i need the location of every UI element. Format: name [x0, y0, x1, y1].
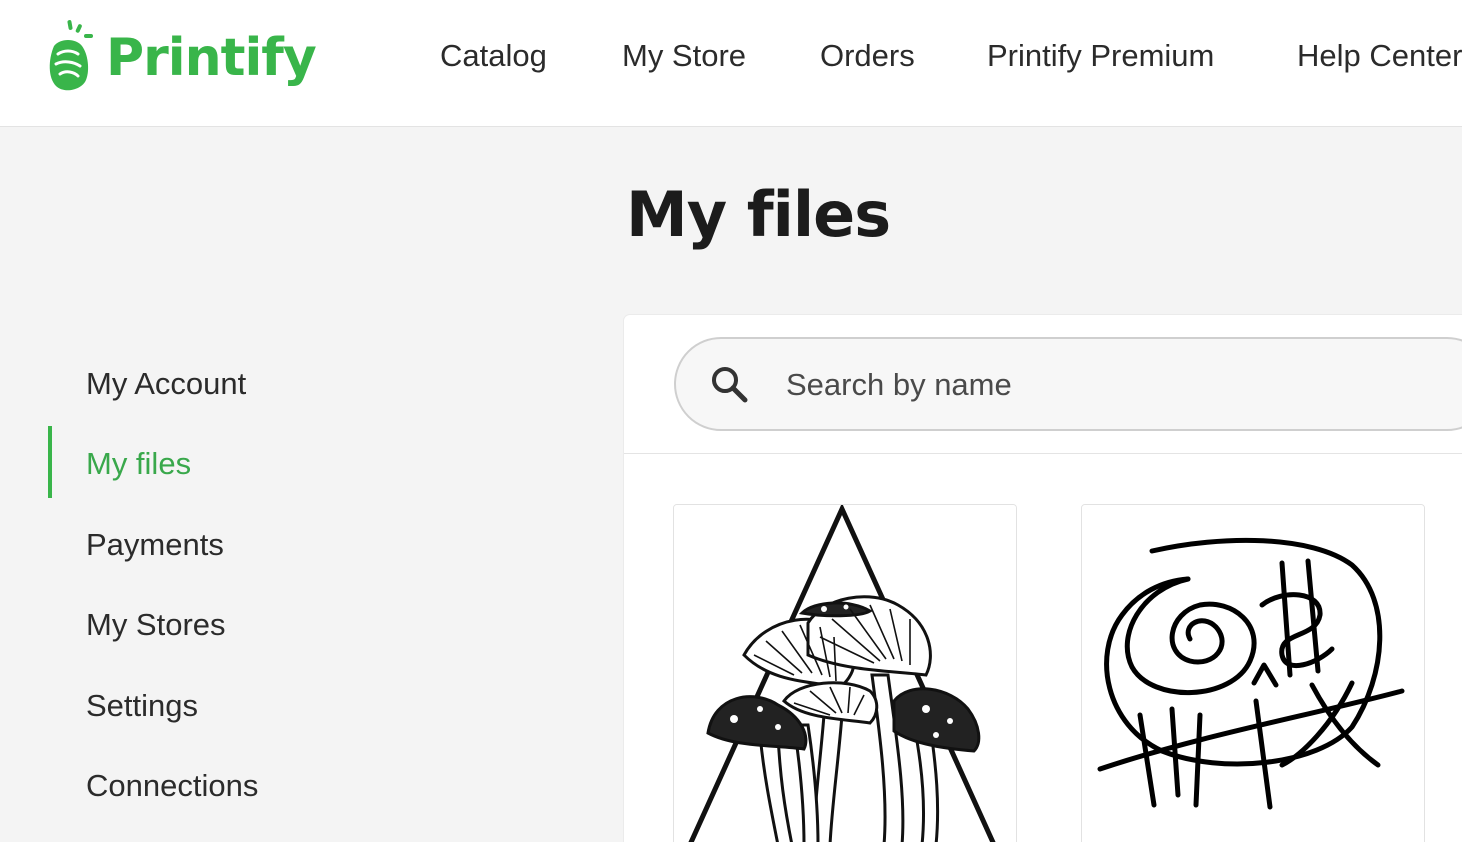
nav-printify-premium[interactable]: Printify Premium: [987, 38, 1214, 74]
file-card[interactable]: [673, 504, 1017, 842]
search-input[interactable]: [786, 365, 1386, 405]
sidebar-item-connections[interactable]: Connections: [86, 768, 258, 804]
mushrooms-triangle-thumbnail: [674, 505, 1016, 842]
sidebar-active-indicator: [48, 426, 52, 498]
nav-orders[interactable]: Orders: [820, 38, 915, 74]
sidebar-item-payments[interactable]: Payments: [86, 527, 224, 563]
sidebar-item-settings[interactable]: Settings: [86, 688, 198, 724]
top-navigation-bar: Printify Catalog My Store Orders Printif…: [0, 0, 1462, 127]
nav-help-center[interactable]: Help Center: [1297, 38, 1462, 74]
page-title: My files: [626, 178, 891, 251]
file-card[interactable]: [1081, 504, 1425, 842]
search-row: [624, 315, 1462, 454]
spiral-scribble-thumbnail: [1082, 505, 1424, 842]
sidebar-item-my-files[interactable]: My files: [86, 446, 191, 482]
search-icon[interactable]: [708, 363, 750, 405]
sidebar-item-my-account[interactable]: My Account: [86, 366, 246, 402]
printify-logo[interactable]: Printify: [46, 18, 317, 98]
brand-name: Printify: [106, 28, 317, 88]
files-panel: [624, 315, 1462, 842]
printify-logo-icon: [49, 20, 93, 91]
search-box[interactable]: [674, 337, 1462, 431]
nav-catalog[interactable]: Catalog: [440, 38, 547, 74]
nav-my-store[interactable]: My Store: [622, 38, 746, 74]
sidebar-item-my-stores[interactable]: My Stores: [86, 607, 226, 643]
